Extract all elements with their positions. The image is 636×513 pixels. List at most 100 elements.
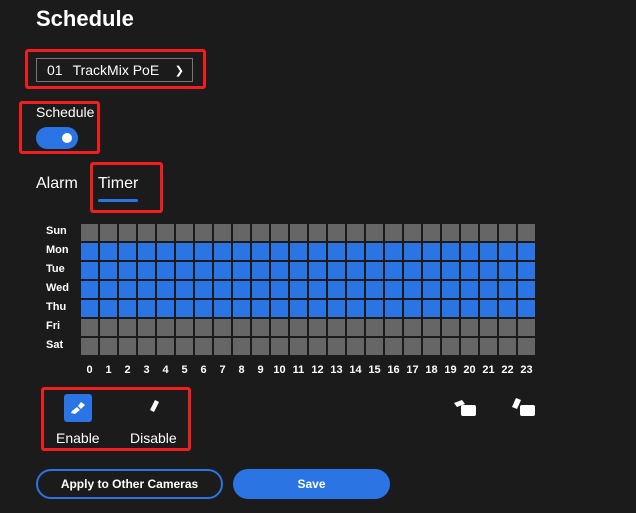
schedule-cell[interactable] (252, 338, 269, 355)
schedule-cell[interactable] (499, 262, 516, 279)
schedule-cell[interactable] (461, 300, 478, 317)
schedule-cell[interactable] (385, 224, 402, 241)
schedule-cell[interactable] (290, 338, 307, 355)
schedule-cell[interactable] (290, 224, 307, 241)
schedule-cell[interactable] (252, 243, 269, 260)
enable-brush-button[interactable] (64, 394, 92, 422)
schedule-cell[interactable] (176, 338, 193, 355)
schedule-cell[interactable] (195, 262, 212, 279)
schedule-cell[interactable] (252, 319, 269, 336)
schedule-cell[interactable] (385, 300, 402, 317)
schedule-cell[interactable] (214, 224, 231, 241)
schedule-cell[interactable] (423, 281, 440, 298)
schedule-cell[interactable] (518, 338, 535, 355)
schedule-cell[interactable] (442, 319, 459, 336)
schedule-cell[interactable] (138, 300, 155, 317)
schedule-cell[interactable] (366, 243, 383, 260)
schedule-cell[interactable] (157, 281, 174, 298)
schedule-cell[interactable] (366, 319, 383, 336)
schedule-cell[interactable] (461, 281, 478, 298)
schedule-cell[interactable] (442, 300, 459, 317)
schedule-cell[interactable] (499, 319, 516, 336)
schedule-cell[interactable] (100, 281, 117, 298)
schedule-cell[interactable] (480, 281, 497, 298)
schedule-cell[interactable] (119, 281, 136, 298)
schedule-cell[interactable] (404, 300, 421, 317)
schedule-cell[interactable] (480, 300, 497, 317)
schedule-cell[interactable] (404, 243, 421, 260)
schedule-cell[interactable] (518, 300, 535, 317)
schedule-cell[interactable] (214, 338, 231, 355)
schedule-cell[interactable] (442, 281, 459, 298)
camera-select[interactable]: 01 TrackMix PoE ❯ (36, 58, 193, 82)
schedule-cell[interactable] (385, 281, 402, 298)
schedule-cell[interactable] (480, 224, 497, 241)
schedule-cell[interactable] (328, 300, 345, 317)
schedule-cell[interactable] (176, 281, 193, 298)
schedule-cell[interactable] (119, 224, 136, 241)
schedule-cell[interactable] (271, 224, 288, 241)
schedule-cell[interactable] (157, 243, 174, 260)
schedule-cell[interactable] (233, 243, 250, 260)
schedule-cell[interactable] (328, 224, 345, 241)
schedule-cell[interactable] (157, 224, 174, 241)
schedule-cell[interactable] (176, 262, 193, 279)
schedule-cell[interactable] (442, 243, 459, 260)
schedule-cell[interactable] (461, 243, 478, 260)
schedule-cell[interactable] (271, 281, 288, 298)
schedule-cell[interactable] (328, 338, 345, 355)
disable-eraser-button[interactable] (140, 394, 168, 422)
schedule-cell[interactable] (347, 224, 364, 241)
schedule-cell[interactable] (404, 262, 421, 279)
schedule-cell[interactable] (233, 262, 250, 279)
schedule-cell[interactable] (518, 224, 535, 241)
schedule-cell[interactable] (461, 338, 478, 355)
schedule-cell[interactable] (366, 281, 383, 298)
schedule-cell[interactable] (100, 300, 117, 317)
schedule-cell[interactable] (81, 338, 98, 355)
schedule-cell[interactable] (290, 262, 307, 279)
schedule-cell[interactable] (461, 224, 478, 241)
schedule-cell[interactable] (366, 224, 383, 241)
save-button[interactable]: Save (233, 469, 390, 499)
schedule-cell[interactable] (195, 281, 212, 298)
schedule-cell[interactable] (233, 224, 250, 241)
schedule-cell[interactable] (385, 319, 402, 336)
schedule-cell[interactable] (233, 319, 250, 336)
schedule-cell[interactable] (138, 338, 155, 355)
schedule-cell[interactable] (442, 338, 459, 355)
schedule-cell[interactable] (347, 338, 364, 355)
schedule-cell[interactable] (214, 319, 231, 336)
schedule-cell[interactable] (499, 338, 516, 355)
tab-alarm[interactable]: Alarm (36, 175, 78, 193)
schedule-cell[interactable] (195, 338, 212, 355)
schedule-toggle[interactable] (36, 127, 78, 149)
schedule-cell[interactable] (271, 338, 288, 355)
schedule-cell[interactable] (138, 243, 155, 260)
schedule-cell[interactable] (157, 338, 174, 355)
schedule-cell[interactable] (176, 319, 193, 336)
schedule-cell[interactable] (119, 300, 136, 317)
schedule-cell[interactable] (119, 262, 136, 279)
schedule-cell[interactable] (176, 224, 193, 241)
schedule-cell[interactable] (119, 243, 136, 260)
schedule-cell[interactable] (499, 281, 516, 298)
schedule-cell[interactable] (347, 319, 364, 336)
schedule-cell[interactable] (404, 338, 421, 355)
schedule-cell[interactable] (423, 243, 440, 260)
enable-all-button[interactable] (450, 395, 480, 419)
schedule-cell[interactable] (271, 243, 288, 260)
schedule-cell[interactable] (252, 224, 269, 241)
schedule-cell[interactable] (385, 243, 402, 260)
schedule-cell[interactable] (480, 319, 497, 336)
schedule-cell[interactable] (480, 243, 497, 260)
schedule-cell[interactable] (157, 262, 174, 279)
schedule-cell[interactable] (423, 224, 440, 241)
schedule-cell[interactable] (442, 262, 459, 279)
schedule-cell[interactable] (252, 262, 269, 279)
schedule-cell[interactable] (195, 319, 212, 336)
schedule-cell[interactable] (480, 338, 497, 355)
schedule-cell[interactable] (214, 281, 231, 298)
schedule-cell[interactable] (100, 319, 117, 336)
schedule-cell[interactable] (347, 262, 364, 279)
